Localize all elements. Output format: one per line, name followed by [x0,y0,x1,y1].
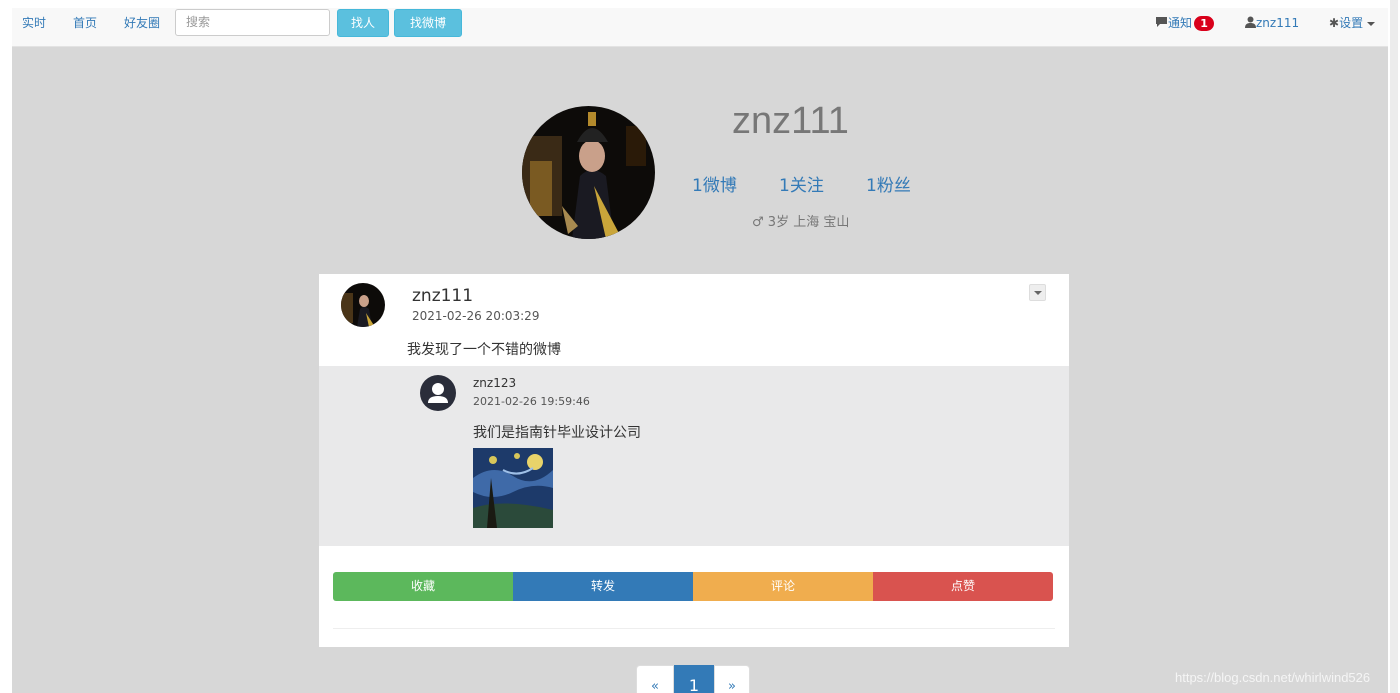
comment-icon [1155,9,1168,39]
nav-link-friends[interactable]: 好友圈 [124,8,160,46]
notification-count-badge: 1 [1194,16,1215,31]
stat-weibo-count[interactable]: 1微博 [692,171,737,196]
repost-timestamp: 2021-02-26 19:59:46 [473,395,590,408]
divider [333,628,1055,629]
gear-icon: ✱ [1329,16,1340,30]
stat-followers-count[interactable]: 1粉丝 [866,171,911,196]
repost-image-thumbnail[interactable] [473,448,553,528]
pagination-next[interactable]: » [714,665,750,693]
post-options-dropdown[interactable] [1029,284,1046,301]
profile-avatar [522,106,655,239]
find-people-button[interactable]: 找人 [337,9,389,37]
repost-button[interactable]: 转发 [513,572,693,601]
comment-button[interactable]: 评论 [693,572,873,601]
profile-info: ♂ 3岁 上海 宝山 [752,211,849,230]
settings-label: 设置 [1339,16,1364,30]
male-gender-icon: ♂ [752,215,764,230]
user-name-label: znz111 [1256,16,1300,30]
notifications-link[interactable]: 通知 1 [1155,8,1215,39]
post-text: 我发现了一个不错的微博 [407,342,561,358]
search-input[interactable]: 搜索 [175,9,330,36]
post-card: znz111 2021-02-26 20:03:29 我发现了一个不错的微博 z… [319,274,1069,647]
like-button[interactable]: 点赞 [873,572,1053,601]
chevron-down-icon [1367,21,1376,26]
profile-info-text: 3岁 上海 宝山 [767,215,850,230]
post-actions: 收藏 转发 评论 点赞 [333,572,1053,601]
repost-text: 我们是指南针毕业设计公司 [473,425,641,441]
notifications-label: 通知 [1168,16,1193,30]
settings-menu[interactable]: ✱设置 [1329,8,1376,38]
repost-author-avatar[interactable] [420,375,456,411]
favorite-button[interactable]: 收藏 [333,572,513,601]
nav-link-realtime[interactable]: 实时 [22,8,46,46]
vertical-scrollbar[interactable] [1390,0,1398,693]
watermark: https://blog.csdn.net/whirlwind526 [1175,670,1371,685]
pagination-page-current[interactable]: 1 [674,665,714,693]
user-menu-link[interactable]: znz111 [1245,8,1299,38]
chevron-down-icon [1034,291,1042,295]
stat-following-count[interactable]: 1关注 [779,171,824,196]
top-navbar: 实时 首页 好友圈 搜索 找人 找微博 通知 1 znz111 ✱设置 [12,8,1388,47]
profile-name: znz111 [732,100,849,142]
repost-author-name[interactable]: znz123 [473,376,516,390]
find-weibo-button[interactable]: 找微博 [394,9,462,37]
post-author-avatar[interactable] [341,283,385,327]
nav-link-home[interactable]: 首页 [73,8,97,46]
pagination-prev[interactable]: « [636,665,674,693]
page-background: 实时 首页 好友圈 搜索 找人 找微博 通知 1 znz111 ✱设置 znz1… [12,8,1388,693]
post-author-name[interactable]: znz111 [412,286,473,306]
post-timestamp: 2021-02-26 20:03:29 [412,309,540,323]
reposted-content: znz123 2021-02-26 19:59:46 我们是指南针毕业设计公司 [319,366,1069,546]
user-icon [1245,9,1256,39]
